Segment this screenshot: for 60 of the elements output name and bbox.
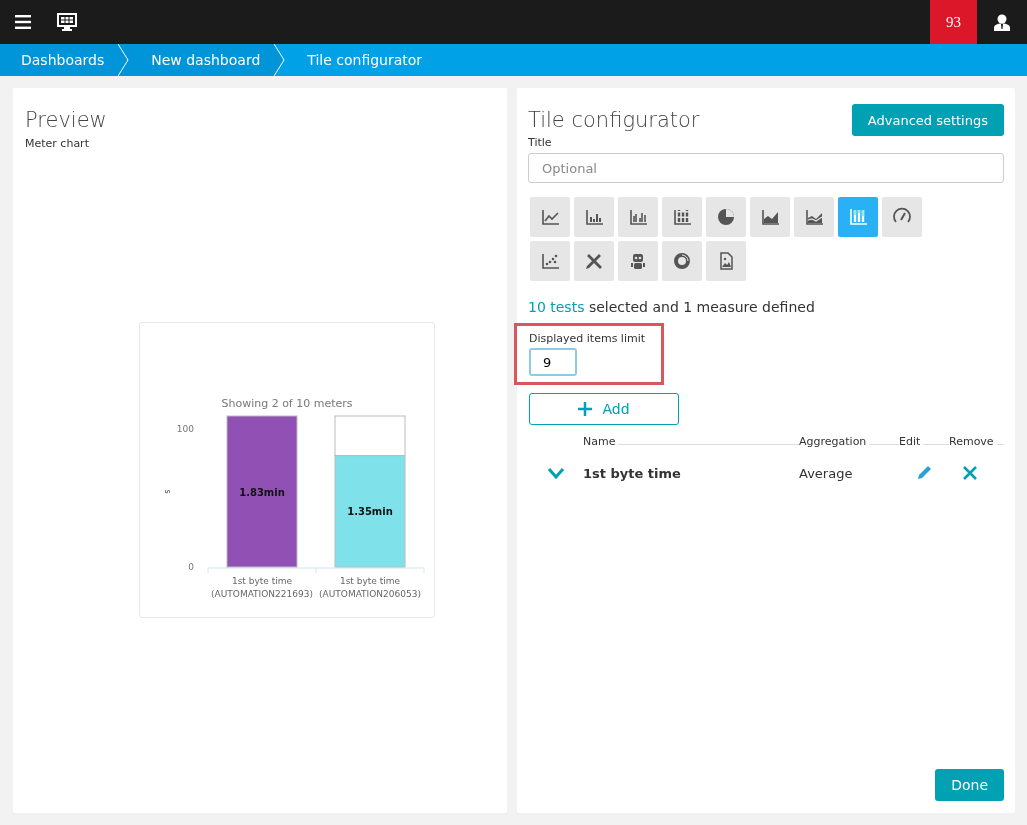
breadcrumb[interactable]: Dashboards — [0, 44, 119, 76]
chart-type-button[interactable] — [618, 241, 658, 281]
donut-chart-icon — [672, 251, 692, 271]
column-header: Remove — [949, 435, 994, 448]
limit-input[interactable]: 9 — [529, 348, 577, 376]
close-icon — [963, 466, 977, 480]
add-button[interactable]: Add — [529, 393, 679, 425]
panel-title: Preview — [25, 108, 108, 134]
title-input[interactable]: Optional — [528, 153, 1004, 183]
scatter-plot-icon — [540, 251, 560, 271]
field-label: Displayed items limit — [529, 332, 647, 345]
chart-type-button[interactable] — [882, 197, 922, 237]
breadcrumb-separator — [274, 44, 287, 76]
plus-icon — [578, 402, 593, 416]
multi-area-chart-icon — [804, 207, 824, 227]
column-header: Aggregation — [799, 435, 867, 448]
grouped-bar-chart-icon — [628, 207, 648, 227]
y-tick-label: 0 — [188, 562, 194, 573]
chart-type-button[interactable] — [706, 241, 746, 281]
field-label: Title — [528, 136, 553, 149]
line-chart-icon — [540, 207, 560, 227]
bar-value-label: 1.83min — [239, 486, 285, 498]
chart-type-button[interactable] — [662, 197, 702, 237]
chart-type-button[interactable] — [574, 241, 614, 281]
y-tick-label: 100 — [176, 424, 194, 435]
bar-chart-icon — [584, 207, 604, 227]
monitor-icon[interactable] — [57, 13, 77, 31]
menu-icon[interactable] — [15, 15, 31, 29]
chart-type-button[interactable] — [530, 241, 570, 281]
chevron-down-icon — [546, 467, 565, 479]
chart-type-button[interactable] — [530, 197, 570, 237]
x-axis-label: 1st byte time (AUTOMATION221693) — [211, 576, 313, 600]
pie-chart-icon — [716, 207, 736, 227]
panel-subtitle: Meter chart — [25, 137, 90, 151]
advanced-settings-button[interactable]: Advanced settings — [851, 104, 1004, 136]
measure-aggregation: Average — [799, 465, 854, 481]
pencil-icon — [916, 465, 932, 481]
chart-type-button[interactable] — [618, 197, 658, 237]
summary-text: 10 tests selected and 1 measure defined — [528, 299, 816, 315]
meter-track — [334, 415, 406, 457]
y-axis-label: s — [163, 489, 172, 494]
chart-type-button[interactable] — [794, 197, 834, 237]
user-icon[interactable] — [994, 13, 1010, 31]
stacked-bar-chart-icon — [672, 207, 692, 227]
column-header: Name — [583, 435, 616, 448]
column-header: Edit — [899, 435, 921, 448]
panel-title: Tile configurator — [528, 108, 700, 134]
done-button[interactable]: Done — [935, 769, 1004, 801]
bar-value-label: 1.35min — [347, 506, 393, 518]
chart-title: Showing 2 of 10 meters — [221, 397, 353, 411]
measure-name: 1st byte time — [583, 465, 682, 481]
x-axis-label: 1st byte time (AUTOMATION206053) — [319, 576, 421, 600]
robot-icon — [628, 251, 648, 271]
chart-type-button[interactable] — [706, 197, 746, 237]
chart-type-button[interactable] — [662, 241, 702, 281]
area-chart-icon — [760, 207, 780, 227]
meter-chart-icon — [848, 207, 868, 227]
chart-type-button[interactable] — [750, 197, 790, 237]
problems-count-button[interactable]: 93 — [930, 0, 977, 44]
chart-type-button[interactable] — [574, 197, 614, 237]
